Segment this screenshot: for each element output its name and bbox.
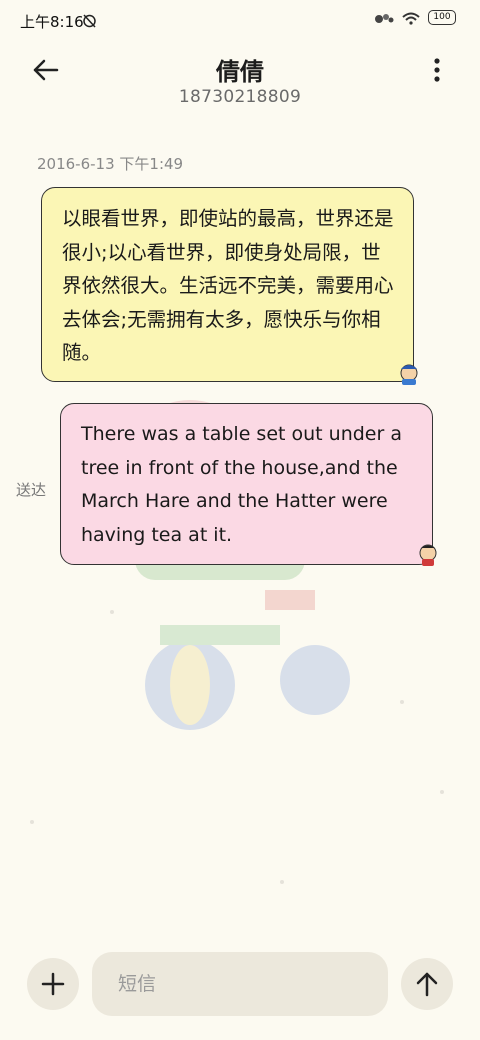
battery-icon: 100 (428, 10, 456, 25)
background-dot (400, 700, 404, 704)
sms-input[interactable] (92, 952, 388, 1016)
delivery-status: 送达 (16, 481, 47, 499)
message-text: 以眼看世界，即使站的最高，世界还是很小;以心看世界，即使身处局限，世界依然很大。… (62, 207, 394, 364)
status-time: 上午8:16 (20, 13, 84, 31)
status-icons: 100 (374, 10, 456, 25)
more-options-button[interactable] (422, 52, 452, 88)
add-attachment-button[interactable] (27, 958, 79, 1010)
background-dot (110, 610, 114, 614)
bubble-sticker-icon (419, 544, 437, 566)
more-vertical-icon (434, 58, 440, 82)
conversation-header: 倩倩 18730218809 (0, 40, 480, 120)
message-text: There was a table set out under a tree i… (81, 423, 402, 546)
background-dot (30, 820, 34, 824)
background-dot (440, 790, 444, 794)
incoming-message-bubble[interactable]: 以眼看世界，即使站的最高，世界还是很小;以心看世界，即使身处局限，世界依然很大。… (41, 187, 414, 382)
background-dot (280, 880, 284, 884)
notification-icon (375, 13, 394, 23)
outgoing-message-bubble[interactable]: There was a table set out under a tree i… (60, 403, 433, 565)
wifi-icon (402, 12, 420, 25)
plus-icon (41, 972, 65, 996)
message-composer (0, 945, 480, 1025)
contact-number: 18730218809 (178, 87, 302, 107)
contact-name: 倩倩 (216, 58, 264, 86)
message-timestamp: 2016-6-13 下午1:49 (37, 155, 184, 173)
status-bar: 上午8:16 100 (0, 0, 480, 40)
arrow-up-icon (416, 972, 438, 997)
alarm-off-icon (83, 14, 96, 28)
send-button[interactable] (401, 958, 453, 1010)
bubble-sticker-icon (400, 364, 418, 385)
